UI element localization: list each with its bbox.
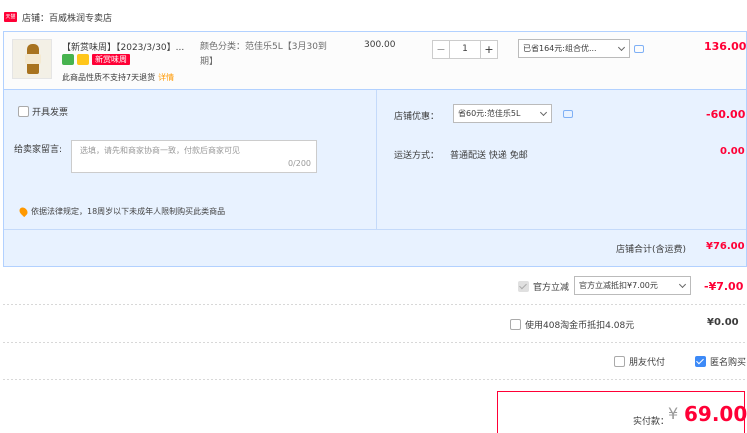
payment-summary: 实付款： ¥ 69.00 xyxy=(497,391,747,433)
sku-info: 颜色分类：范佳乐5L【3月30到期】 xyxy=(200,42,327,67)
coins-checkbox[interactable] xyxy=(510,319,521,330)
tmall-icon: 天猫 xyxy=(4,12,17,22)
product-thumbnail[interactable] xyxy=(12,39,52,79)
payment-label: 实付款： xyxy=(633,417,670,427)
shop-discount-label: 店铺优惠： xyxy=(394,112,440,122)
chevron-down-icon xyxy=(678,280,687,289)
quantity-input[interactable]: 1 xyxy=(450,40,480,59)
payment-amount: 69.00 xyxy=(684,402,747,426)
item-title[interactable]: 【新赏味周】【2023/3/30】... xyxy=(62,40,192,53)
anonymous-option[interactable]: 匿名购买 xyxy=(695,355,746,368)
shop-discount-value: -60.00 xyxy=(706,108,746,121)
service-icons: 新赏味周 xyxy=(62,54,130,65)
shop-header: 天猫 店铺：百威株润专卖店 xyxy=(0,7,112,27)
item-discount-select[interactable]: 已省164元:组合优... xyxy=(518,39,630,58)
increase-button[interactable]: + xyxy=(480,40,498,59)
friend-pay-checkbox[interactable] xyxy=(614,356,625,367)
shipping-label: 运送方式： xyxy=(394,151,440,161)
no-return-notice: 此商品性质不支持7天退货 详情 xyxy=(62,73,175,82)
coins-option[interactable]: 使用408淘金币抵扣4.08元 xyxy=(510,318,634,331)
memo-input[interactable]: 选填，请先和商家协商一致，付款后商家可见 0/200 xyxy=(71,140,317,173)
service-icon xyxy=(62,54,74,65)
item-total: 136.00 xyxy=(704,40,747,53)
detail-link[interactable]: 详情 xyxy=(158,73,174,82)
promo-tag: 新赏味周 xyxy=(92,54,130,65)
law-notice: 依据法律规定，18周岁以下未成年人限制购买此类商品 xyxy=(17,205,225,218)
invoice-option[interactable]: 开具发票 xyxy=(18,105,68,118)
official-discount-select[interactable]: 官方立减抵扣¥7.00元 xyxy=(574,276,691,295)
anonymous-checkbox[interactable] xyxy=(695,356,706,367)
chat-icon[interactable] xyxy=(634,45,644,53)
shipping-fee: 0.00 xyxy=(720,146,745,157)
chevron-down-icon xyxy=(617,43,626,52)
official-discount-option[interactable]: 官方立减 xyxy=(518,280,569,293)
shipping-method: 普通配送 快递 免邮 xyxy=(450,151,528,161)
memo-counter: 0/200 xyxy=(287,159,311,168)
card-icon xyxy=(77,54,89,65)
quantity-stepper: − 1 + xyxy=(432,40,498,59)
official-discount-value: -¥7.00 xyxy=(704,280,744,293)
official-discount-checkbox[interactable] xyxy=(518,281,529,292)
coins-value: ¥0.00 xyxy=(707,317,739,328)
friend-pay-option[interactable]: 朋友代付 xyxy=(614,355,665,368)
order-item-section: 【新赏味周】【2023/3/30】... 新赏味周 此商品性质不支持7天退货 详情… xyxy=(3,31,747,267)
shop-discount-select[interactable]: 省60元:范佳乐5L xyxy=(453,104,552,123)
unit-price: 300.00 xyxy=(364,40,396,50)
memo-label: 给卖家留言: xyxy=(14,145,63,155)
chevron-down-icon xyxy=(539,108,548,117)
chat-icon[interactable] xyxy=(563,110,573,118)
shop-name[interactable]: 店铺：百威株润专卖店 xyxy=(22,11,112,24)
decrease-button[interactable]: − xyxy=(432,40,450,59)
subtotal-label: 店铺合计(含运费) xyxy=(616,245,687,255)
item-row: 【新赏味周】【2023/3/30】... 新赏味周 此商品性质不支持7天退货 详情… xyxy=(4,32,746,90)
checkout-page: 天猫 店铺：百威株润专卖店 【新赏味周】【2023/3/30】... 新赏味周 … xyxy=(0,0,747,433)
location-pin-icon xyxy=(17,205,30,218)
subtotal-value: ¥76.00 xyxy=(706,241,745,252)
currency-symbol: ¥ xyxy=(668,404,679,423)
invoice-checkbox[interactable] xyxy=(18,106,29,117)
